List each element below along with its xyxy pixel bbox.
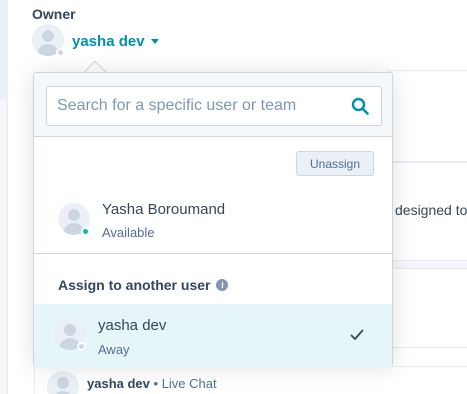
owner-status-dot	[56, 48, 65, 57]
owner-dropdown: Unassign Yasha Boroumand Available Assig…	[33, 72, 393, 368]
conversation-row-text: yasha dev • Live Chat	[87, 376, 217, 391]
background-card	[387, 70, 467, 162]
checkmark-icon	[350, 329, 364, 340]
search-icon[interactable]	[351, 97, 369, 115]
user-status: Away	[98, 342, 130, 357]
user-name: Yasha Boroumand	[102, 201, 226, 218]
away-status-icon	[77, 342, 86, 351]
owner-name: yasha dev	[72, 33, 145, 50]
user-name: yasha dev	[98, 317, 167, 334]
divider	[34, 253, 392, 254]
available-status-icon	[81, 227, 90, 236]
info-icon[interactable]: i	[216, 279, 229, 291]
left-rail-highlight	[0, 0, 8, 100]
current-owner-row[interactable]: Yasha Boroumand Available	[34, 189, 392, 253]
background-snippet: designed to	[395, 202, 467, 218]
conversation-row[interactable]: yasha dev • Live Chat	[34, 366, 467, 394]
unassign-button[interactable]: Unassign	[296, 151, 374, 176]
left-rail	[0, 0, 8, 394]
search-section	[34, 73, 392, 137]
search-input[interactable]	[47, 87, 337, 125]
background-card	[387, 268, 467, 348]
conversation-row-channel: Live Chat	[161, 376, 217, 391]
user-option-row[interactable]: yasha dev Away	[34, 304, 392, 368]
user-status: Available	[102, 225, 155, 240]
section-header-label: Assign to another user	[58, 277, 211, 293]
avatar	[47, 371, 79, 394]
caret-down-icon	[150, 39, 159, 44]
assign-section-header: Assign to another user i	[58, 277, 229, 293]
owner-select-button[interactable]: yasha dev	[72, 33, 159, 50]
search-box[interactable]	[46, 86, 382, 126]
owner-label: Owner	[32, 6, 76, 22]
separator-dot: •	[153, 376, 159, 391]
conversation-row-name: yasha dev	[87, 376, 150, 391]
